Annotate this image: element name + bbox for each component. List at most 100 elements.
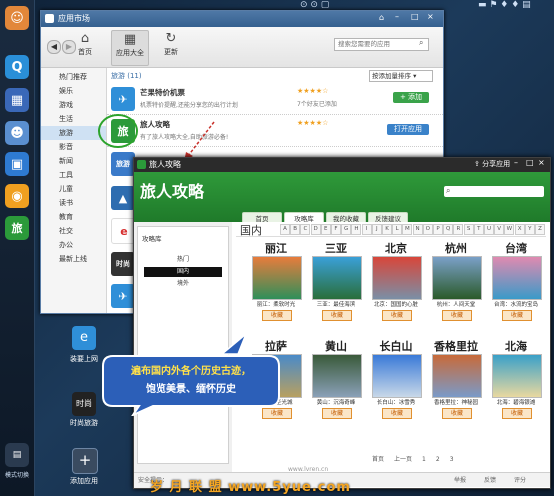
letter-index-item[interactable]: L: [392, 224, 403, 235]
favorite-button[interactable]: 收藏: [442, 310, 472, 321]
app-row[interactable]: ✈ 芒果特价机票 机票特价提醒,还能分享您的出行计划 ★★★★☆ 7个好友已添加…: [107, 84, 443, 115]
letter-index-item[interactable]: V: [494, 224, 505, 235]
open-app-button[interactable]: 打开应用: [387, 124, 429, 135]
minimize-icon[interactable]: –: [395, 12, 399, 21]
letter-index-item[interactable]: M: [402, 224, 413, 235]
page-link[interactable]: 首页: [372, 456, 384, 463]
favorite-button[interactable]: 收藏: [382, 408, 412, 419]
card-image[interactable]: [372, 354, 422, 398]
travel-app-icon[interactable]: 旅: [5, 216, 29, 240]
app-icon-yellow[interactable]: ◉: [5, 184, 29, 208]
toolbar-home-button[interactable]: ⌂ 首页: [67, 30, 103, 64]
app-icon[interactable]: 旅游: [111, 152, 135, 176]
category-item[interactable]: 新闻: [41, 154, 106, 168]
category-item[interactable]: 娱乐: [41, 84, 106, 98]
category-item[interactable]: 生活: [41, 112, 106, 126]
app-icon[interactable]: 时尚: [111, 252, 135, 276]
sort-dropdown[interactable]: 按添加量排序 ▾: [369, 70, 433, 82]
sidebar-item-abroad[interactable]: 境外: [144, 279, 222, 289]
favorite-button[interactable]: 收藏: [322, 310, 352, 321]
destination-card[interactable]: 北海 北海：碧海银滩 收藏: [490, 340, 542, 430]
travel-search-input[interactable]: ⌕: [444, 186, 544, 197]
destination-card[interactable]: 北京 北京：国国的心脏 收藏: [370, 242, 422, 332]
add-app-button[interactable]: + 添加: [393, 92, 429, 103]
app-icon[interactable]: ✈: [111, 284, 135, 308]
desktop-icon-label[interactable]: 时尚旅游: [54, 418, 114, 428]
tray-icons[interactable]: ▬ ⚑ ♦ ♦ ▤: [478, 0, 554, 12]
letter-index-item[interactable]: H: [351, 224, 362, 235]
maximize-icon[interactable]: □: [411, 12, 419, 21]
card-image[interactable]: [432, 354, 482, 398]
add-app-icon[interactable]: +: [72, 448, 98, 474]
browser-icon[interactable]: e: [72, 326, 96, 350]
friends-icon[interactable]: ☻: [5, 121, 29, 145]
page-link[interactable]: 3: [450, 456, 454, 463]
category-item-selected[interactable]: 旅游: [41, 126, 106, 140]
card-image[interactable]: [312, 256, 362, 300]
favorite-button[interactable]: 收藏: [382, 310, 412, 321]
close-icon[interactable]: ×: [427, 12, 434, 21]
letter-index-item[interactable]: A: [280, 224, 290, 235]
letter-index-item[interactable]: N: [412, 224, 423, 235]
sidebar-item-hot[interactable]: 热门: [144, 255, 222, 265]
destination-card[interactable]: 香格里拉 香格里拉：神秘园 收藏: [430, 340, 482, 430]
card-image[interactable]: [492, 256, 542, 300]
category-item[interactable]: 社交: [41, 224, 106, 238]
card-image[interactable]: [252, 256, 302, 300]
page-link[interactable]: 1: [422, 456, 426, 463]
category-item[interactable]: 热门推荐: [41, 70, 106, 84]
destination-card[interactable]: 台湾 台湾：水流的宝岛 收藏: [490, 242, 542, 332]
message-icon[interactable]: ▤: [5, 443, 29, 467]
category-item[interactable]: 教育: [41, 210, 106, 224]
app-row[interactable]: 旅 旅人攻略 有了旅人攻略大全,自助旅游必备! ★★★★☆ 打开应用: [107, 116, 443, 147]
letter-index-item[interactable]: O: [422, 224, 433, 235]
user-avatar-icon[interactable]: ☺: [5, 6, 29, 30]
page-link[interactable]: 上一页: [394, 456, 412, 463]
destination-card[interactable]: 黄山 黄山：沉海奇峰 收藏: [310, 340, 362, 430]
favorite-button[interactable]: 收藏: [502, 408, 532, 419]
back-icon[interactable]: ◀: [47, 40, 61, 54]
app-icon-blue[interactable]: ▦: [5, 88, 29, 112]
letter-index-item[interactable]: U: [484, 224, 494, 235]
market-search-input[interactable]: 搜索您需要的应用: [334, 38, 429, 51]
letter-index-item[interactable]: Y: [524, 224, 535, 235]
toolbar-update-button[interactable]: ↻ 更新: [153, 30, 189, 64]
category-item[interactable]: 工具: [41, 168, 106, 182]
app-market-icon[interactable]: ▣: [5, 152, 29, 176]
desktop-icon-label[interactable]: 添加应用: [54, 476, 114, 486]
card-image[interactable]: [312, 354, 362, 398]
close-icon[interactable]: ×: [538, 158, 545, 167]
card-image[interactable]: [492, 354, 542, 398]
app-icon[interactable]: ▲: [111, 186, 135, 210]
letter-index-item[interactable]: T: [473, 224, 484, 235]
favorite-button[interactable]: 收藏: [442, 408, 472, 419]
letter-index-item[interactable]: G: [341, 224, 352, 235]
favorite-button[interactable]: 收藏: [262, 310, 292, 321]
category-item[interactable]: 最新上线: [41, 252, 106, 266]
destination-card[interactable]: 三亚 三亚：最佳海滨 收藏: [310, 242, 362, 332]
letter-index-item[interactable]: B: [290, 224, 301, 235]
destination-card[interactable]: 丽江 丽江：柔软时光 收藏: [250, 242, 302, 332]
mode-switch-label[interactable]: 模式切换: [2, 470, 32, 479]
letter-index-item[interactable]: X: [514, 224, 525, 235]
category-item[interactable]: 办公: [41, 238, 106, 252]
category-item[interactable]: 儿童: [41, 182, 106, 196]
sidebar-item-domestic[interactable]: 国内: [144, 267, 222, 277]
destination-card[interactable]: 杭州 杭州：人间天堂 收藏: [430, 242, 482, 332]
letter-index-item[interactable]: K: [382, 224, 392, 235]
page-link[interactable]: 2: [436, 456, 440, 463]
letter-index-item[interactable]: D: [310, 224, 321, 235]
category-item[interactable]: 影音: [41, 140, 106, 154]
qq-icon[interactable]: Q: [5, 55, 29, 79]
letter-index-item[interactable]: I: [361, 224, 372, 235]
card-image[interactable]: [432, 256, 482, 300]
letter-index-item[interactable]: P: [433, 224, 443, 235]
search-icon[interactable]: ⌕: [419, 38, 423, 48]
card-image[interactable]: [372, 256, 422, 300]
letter-index-item[interactable]: F: [331, 224, 341, 235]
letter-index-item[interactable]: Q: [443, 224, 454, 235]
letter-index-item[interactable]: S: [463, 224, 474, 235]
category-item[interactable]: 读书: [41, 196, 106, 210]
category-item[interactable]: 游戏: [41, 98, 106, 112]
toolbar-all-apps-button[interactable]: ▦ 应用大全: [111, 30, 149, 66]
